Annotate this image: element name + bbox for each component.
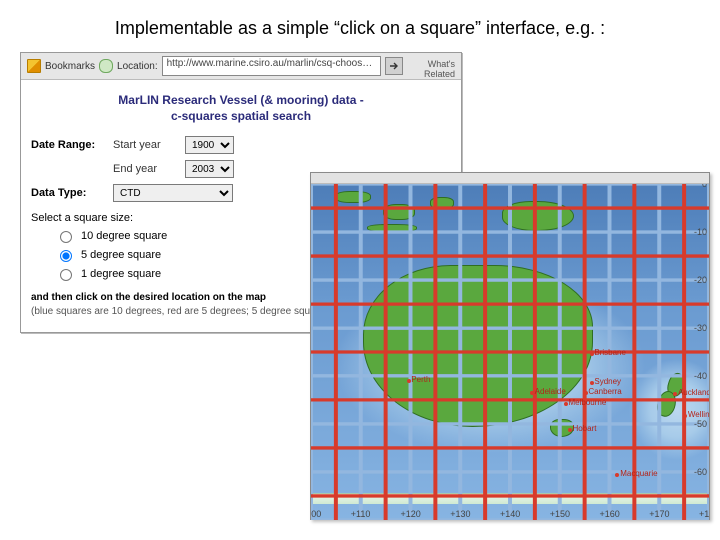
map-area[interactable]: BrisbanePerthSydneyAdelaideCanberraMelbo… xyxy=(311,184,709,520)
end-year-label: End year xyxy=(113,163,175,175)
lon-label: +110 xyxy=(351,509,371,519)
lon-label: +100 xyxy=(311,509,321,519)
page-title: MarLIN Research Vessel (& mooring) data … xyxy=(31,92,451,124)
address-input[interactable]: http://www.marine.csiro.au/marlin/csq-ch… xyxy=(162,56,381,76)
date-range-label: Date Range: xyxy=(31,139,103,151)
lat-label: -40 xyxy=(694,371,707,381)
lon-label: +160 xyxy=(600,509,620,519)
lat-label: -20 xyxy=(694,275,707,285)
lon-label: +140 xyxy=(500,509,520,519)
bookmarks-icon[interactable] xyxy=(27,59,41,73)
axis-layer: 0 -10 -20 -30 -40 -50 -60 +100 +110 +120 +130 +140 +… xyxy=(311,184,709,520)
whats-related-label[interactable]: What's Related xyxy=(407,59,455,73)
lon-label: +170 xyxy=(649,509,669,519)
lat-label: -30 xyxy=(694,323,707,333)
slide-caption: Implementable as a simple “click on a sq… xyxy=(0,18,720,39)
data-type-select[interactable]: CTD xyxy=(113,184,233,202)
data-type-label: Data Type: xyxy=(31,187,103,199)
lon-label: +120 xyxy=(401,509,421,519)
map-window-titlebar xyxy=(311,173,709,184)
lon-label: +130 xyxy=(450,509,470,519)
lat-label: -10 xyxy=(694,227,707,237)
lat-label: -50 xyxy=(694,419,707,429)
end-year-select[interactable]: 2003 xyxy=(185,160,234,178)
go-button[interactable] xyxy=(385,57,403,75)
map-window: BrisbanePerthSydneyAdelaideCanberraMelbo… xyxy=(310,172,710,520)
location-icon xyxy=(99,59,113,73)
start-year-select[interactable]: 1900 xyxy=(185,136,234,154)
lon-label: +180 xyxy=(699,509,709,519)
start-year-label: Start year xyxy=(113,139,175,151)
date-range-row: Date Range: Start year 1900 xyxy=(31,136,451,154)
location-label: Location: xyxy=(117,61,158,72)
bookmarks-label[interactable]: Bookmarks xyxy=(45,61,95,72)
lat-label: -60 xyxy=(694,467,707,477)
lat-label: 0 xyxy=(702,184,707,189)
go-icon xyxy=(389,61,399,71)
lon-label: +150 xyxy=(550,509,570,519)
browser-toolbar: Bookmarks Location: http://www.marine.cs… xyxy=(21,53,461,80)
